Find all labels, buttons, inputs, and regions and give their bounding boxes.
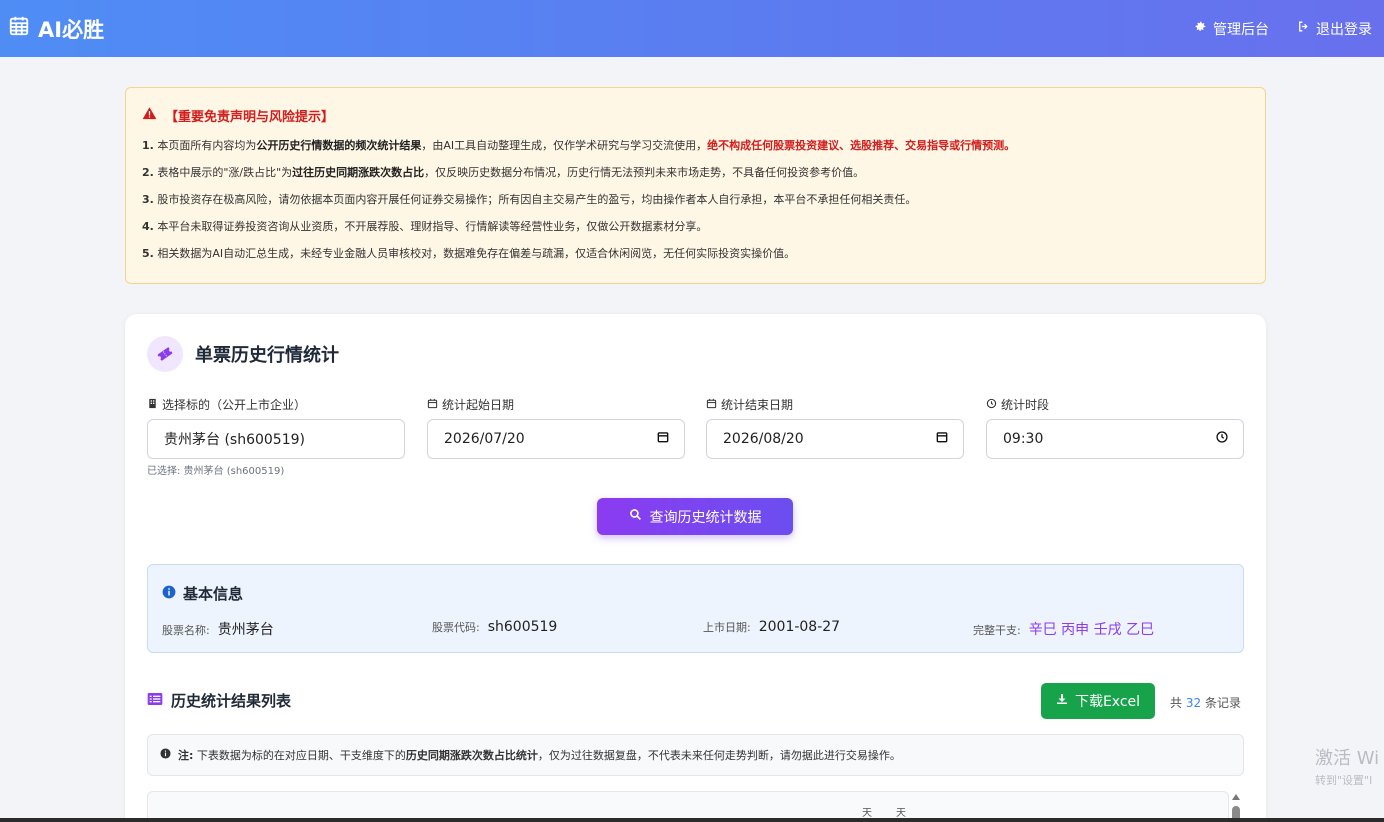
search-icon xyxy=(629,508,642,525)
record-count: 共 32 条记录 xyxy=(1170,696,1241,710)
warning-icon xyxy=(142,106,157,125)
end-date-label: 统计结束日期 xyxy=(706,396,793,413)
results-note: 注: 下表数据为标的在对应日期、干支维度下的历史同期涨跌次数占比统计，仅为过往数… xyxy=(147,734,1244,776)
list-icon xyxy=(147,692,163,710)
taskbar-edge xyxy=(0,818,1384,822)
selected-hint: 已选择: 贵州茅台 (sh600519) xyxy=(147,466,285,477)
info-icon xyxy=(160,748,171,762)
query-button[interactable]: 查询历史统计数据 xyxy=(597,498,793,535)
risk-disclaimer: 【重要免责声明与风险提示】 1. 本页面所有内容均为公开历史行情数据的频次统计结… xyxy=(125,87,1266,284)
disclaimer-line-2: 2. 表格中展示的"涨/跌占比"为过往历史同期涨跌次数占比，仅反映历史数据分布情… xyxy=(142,166,865,179)
top-actions: 管理后台 退出登录 xyxy=(1194,19,1372,39)
ganzhi-info: 完整干支: 辛巳 丙申 壬戌 乙巳 xyxy=(973,622,1155,638)
start-date-input[interactable]: 2026/07/20 xyxy=(427,419,685,459)
logout-label: 退出登录 xyxy=(1316,21,1372,38)
admin-label: 管理后台 xyxy=(1213,21,1269,38)
calendar-picker-icon[interactable] xyxy=(656,430,670,448)
top-navbar: AI必胜 管理后台 退出登录 xyxy=(0,0,1384,57)
gear-icon xyxy=(1194,20,1207,37)
info-icon xyxy=(162,585,176,603)
logout-link[interactable]: 退出登录 xyxy=(1297,19,1372,39)
clock-picker-icon[interactable] xyxy=(1215,430,1229,448)
windows-activation-watermark: 激活 Wi 转到"设置"l xyxy=(1315,748,1380,787)
stock-code-info: 股票代码: sh600519 xyxy=(432,619,558,635)
time-input[interactable]: 09:30 xyxy=(986,419,1244,459)
basic-info-panel: 基本信息 股票名称: 贵州茅台 股票代码: sh600519 上市日期: 200… xyxy=(147,564,1244,653)
disclaimer-line-1: 1. 本页面所有内容均为公开历史行情数据的频次统计结果，由AI工具自动整理生成，… xyxy=(142,139,1016,152)
card-header: 单票历史行情统计 xyxy=(147,336,339,372)
time-label: 统计时段 xyxy=(986,396,1049,413)
brand-name: AI必胜 xyxy=(38,17,105,42)
calendar-icon xyxy=(706,398,717,412)
clock-icon xyxy=(986,398,997,412)
results-title: 历史统计结果列表 xyxy=(147,690,291,711)
download-icon xyxy=(1056,693,1068,709)
disclaimer-line-4: 4. 本平台未取得证券投资咨询从业资质，不开展荐股、理财指导、行情解读等经营性业… xyxy=(142,220,708,233)
admin-link[interactable]: 管理后台 xyxy=(1194,19,1269,39)
stock-stats-card: 单票历史行情统计 选择标的（公开上市企业） 统计起始日期 统计结束日期 统计时段… xyxy=(125,314,1266,822)
table-header-cell: 天 xyxy=(896,808,906,819)
calendar-icon xyxy=(8,15,30,42)
logout-icon xyxy=(1297,20,1310,37)
disclaimer-line-3: 3. 股市投资存在极高风险，请勿依据本页面内容开展任何证券交易操作；所有因自主交… xyxy=(142,193,917,206)
brand[interactable]: AI必胜 xyxy=(8,14,104,44)
scroll-up-arrow-icon[interactable] xyxy=(1232,794,1240,800)
card-title: 单票历史行情统计 xyxy=(195,345,339,366)
calendar-picker-icon[interactable] xyxy=(935,430,949,448)
ticket-icon xyxy=(147,336,183,372)
stock-input[interactable]: 贵州茅台 (sh600519) xyxy=(147,419,405,459)
end-date-input[interactable]: 2026/08/20 xyxy=(706,419,964,459)
stock-name-info: 股票名称: 贵州茅台 xyxy=(162,622,274,638)
basic-info-title: 基本信息 xyxy=(162,583,243,604)
building-icon xyxy=(147,398,158,412)
stock-label: 选择标的（公开上市企业） xyxy=(147,396,306,413)
listing-date-info: 上市日期: 2001-08-27 xyxy=(703,619,841,635)
table-header-cell: 天 xyxy=(862,808,872,819)
disclaimer-title: 【重要免责声明与风险提示】 xyxy=(142,104,1249,126)
calendar-icon xyxy=(427,398,438,412)
disclaimer-line-5: 5. 相关数据为AI自动汇总生成，未经专业金融人员审核校对，数据难免存在偏差与疏… xyxy=(142,247,796,260)
download-excel-button[interactable]: 下载Excel xyxy=(1041,683,1155,719)
start-date-label: 统计起始日期 xyxy=(427,396,514,413)
